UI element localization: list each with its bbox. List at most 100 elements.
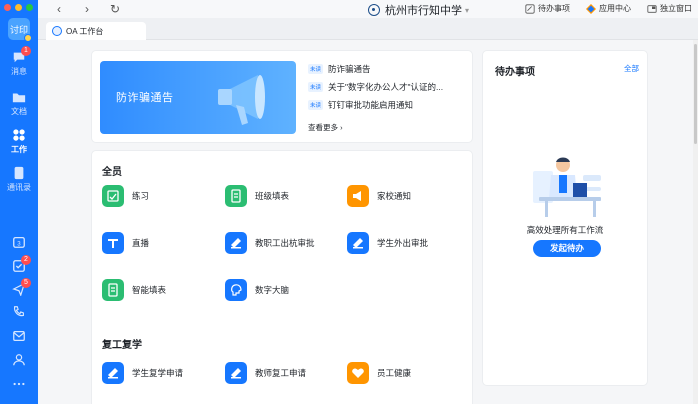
rail-item-label: 通讯录: [7, 183, 31, 192]
org-name: 杭州市行知中学: [385, 5, 462, 17]
folder-icon: [12, 93, 26, 103]
calendar-icon[interactable]: 3: [12, 235, 26, 249]
scrollbar-thumb[interactable]: [694, 44, 697, 144]
heart-icon: [347, 362, 369, 384]
tab-label: OA 工作台: [66, 26, 104, 36]
apps-card: 全员 练习 班级填表 家校通知 直播 教职工出杭审批 学生外出审批 智能填表 数…: [91, 150, 473, 404]
app-home-school-notice[interactable]: 家校通知: [347, 185, 411, 207]
app-live[interactable]: 直播: [102, 232, 149, 254]
see-more-link[interactable]: 查看更多 ›: [308, 122, 343, 133]
section-title-reopening: 复工复学: [102, 340, 142, 351]
window-controls: [4, 4, 33, 11]
app-label: 员工健康: [377, 368, 412, 378]
team-icon[interactable]: [12, 353, 26, 367]
tab-bar: OA 工作台: [38, 18, 698, 40]
maximize-window-button[interactable]: [26, 4, 33, 11]
top-bar: ‹ › ↻ 杭州市行知中学 ▾ 待办事项 应用中心 独立窗口: [38, 0, 698, 18]
create-todo-button[interactable]: 发起待办: [533, 240, 601, 257]
org-switcher[interactable]: 杭州市行知中学 ▾: [368, 2, 469, 18]
app-label: 数字大脑: [255, 285, 290, 295]
notice-title: 防诈骗通告: [328, 64, 371, 74]
scrollbar[interactable]: [693, 40, 698, 404]
contacts-icon: [14, 166, 24, 180]
banner[interactable]: 防诈骗通告: [100, 61, 296, 134]
app-label: 直播: [132, 238, 150, 248]
edit-icon: [525, 3, 535, 14]
todo-action-label: 待办事项: [538, 4, 570, 13]
app-label: 学生外出审批: [377, 238, 429, 248]
notice-item[interactable]: 未读 钉钉审批功能启用通知: [308, 99, 413, 111]
workbench-content: 防诈骗通告 未读 防诈骗通告 未读 关于"数字化办公人才"认证的... 未读 钉…: [38, 40, 698, 404]
broadcast-icon: [347, 185, 369, 207]
tab-oa-workbench[interactable]: OA 工作台: [46, 22, 146, 40]
approval-icon: [225, 232, 247, 254]
mail-icon[interactable]: [12, 329, 26, 343]
notice-item[interactable]: 未读 防诈骗通告: [308, 63, 371, 75]
window-icon: [647, 4, 657, 13]
rail-item-label: 工作: [11, 145, 27, 154]
app-teacher-return-application[interactable]: 教师复工申请: [225, 362, 306, 384]
top-actions: 待办事项 应用中心 独立窗口: [525, 3, 692, 14]
forward-button[interactable]: ›: [80, 2, 94, 16]
todo-title: 待办事项: [495, 67, 535, 78]
app-digital-brain[interactable]: 数字大脑: [225, 279, 289, 301]
approval-icon: [225, 362, 247, 384]
standalone-window-button[interactable]: 独立窗口: [647, 3, 692, 14]
office-worker-illustration: [533, 157, 601, 217]
app-practice[interactable]: 练习: [102, 185, 149, 207]
banner-title: 防诈骗通告: [116, 92, 174, 104]
standalone-window-label: 独立窗口: [660, 4, 692, 13]
app-window: 讨印 1 消息 文档 工作 通讯录 3 2 5 ‹ › ↻ 杭州市行知中学 ▾ …: [0, 0, 698, 404]
grid-icon: [13, 129, 25, 141]
app-label: 教师复工申请: [255, 368, 307, 378]
todo-all-link[interactable]: 全部: [624, 63, 639, 74]
rail-item-messages[interactable]: 1 消息: [0, 46, 38, 77]
ding-rail-button[interactable]: 5: [12, 278, 31, 297]
notice-card: 防诈骗通告 未读 防诈骗通告 未读 关于"数字化办公人才"认证的... 未读 钉…: [91, 50, 473, 143]
close-window-button[interactable]: [4, 4, 11, 11]
app-label: 家校通知: [377, 191, 412, 201]
school-logo-icon: [368, 4, 380, 16]
rail-item-docs[interactable]: 文档: [0, 90, 38, 117]
unread-tag: 未读: [308, 82, 324, 92]
practice-icon: [102, 185, 124, 207]
svg-text:3: 3: [17, 241, 21, 248]
more-icon[interactable]: [12, 377, 26, 391]
app-center-icon: [586, 3, 596, 14]
todo-description: 高效处理所有工作流: [526, 225, 604, 235]
app-student-return-application[interactable]: 学生复学申请: [102, 362, 183, 384]
oa-icon: [52, 26, 62, 36]
app-label: 学生复学申请: [132, 368, 184, 378]
todo-action-button[interactable]: 待办事项: [525, 3, 570, 14]
back-button[interactable]: ‹: [52, 2, 66, 16]
app-center-label: 应用中心: [599, 4, 631, 13]
notice-title: 关于"数字化办公人才"认证的...: [328, 82, 444, 92]
unread-tag: 未读: [308, 100, 324, 110]
phone-icon[interactable]: [12, 305, 26, 319]
app-class-form[interactable]: 班级填表: [225, 185, 289, 207]
ding-badge: 5: [21, 278, 31, 288]
minimize-window-button[interactable]: [15, 4, 22, 11]
todo-rail-button[interactable]: 2: [12, 255, 31, 273]
app-smart-form[interactable]: 智能填表: [102, 279, 166, 301]
notice-item[interactable]: 未读 关于"数字化办公人才"认证的...: [308, 81, 443, 93]
app-staff-leave-approval[interactable]: 教职工出杭审批: [225, 232, 315, 254]
refresh-button[interactable]: ↻: [108, 2, 122, 16]
rail-item-label: 文档: [11, 107, 27, 116]
chevron-right-icon: ›: [340, 123, 343, 132]
app-label: 智能填表: [132, 285, 167, 295]
avatar[interactable]: 讨印: [8, 18, 32, 42]
see-more-label: 查看更多: [308, 123, 338, 132]
todo-card: 待办事项 全部 高效处理所有工作流 发起待办: [482, 50, 648, 386]
app-employee-health[interactable]: 员工健康: [347, 362, 411, 384]
messages-badge: 1: [21, 46, 31, 56]
form-icon: [225, 185, 247, 207]
rail-item-contacts[interactable]: 通讯录: [0, 166, 38, 193]
notice-title: 钉钉审批功能启用通知: [328, 100, 414, 110]
megaphone-icon: [218, 75, 265, 125]
app-student-outing-approval[interactable]: 学生外出审批: [347, 232, 428, 254]
rail-item-work[interactable]: 工作: [0, 128, 38, 155]
app-label: 班级填表: [255, 191, 290, 201]
unread-tag: 未读: [308, 64, 324, 74]
app-center-button[interactable]: 应用中心: [586, 3, 631, 14]
